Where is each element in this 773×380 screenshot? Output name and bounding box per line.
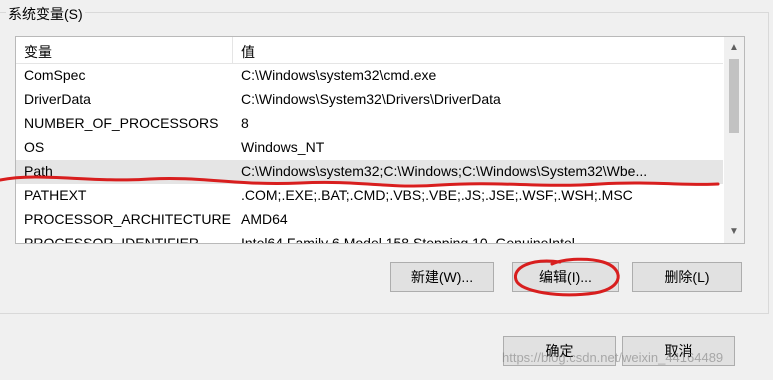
variable-name: PROCESSOR_IDENTIFIER — [24, 235, 200, 244]
variable-name: DriverData — [24, 91, 91, 107]
column-separator[interactable] — [232, 37, 233, 63]
table-row[interactable]: PATHEXT .COM;.EXE;.BAT;.CMD;.VBS;.VBE;.J… — [16, 184, 723, 208]
chevron-down-icon[interactable]: ▼ — [724, 223, 744, 241]
scrollbar-thumb[interactable] — [729, 59, 739, 133]
list-rows: ComSpec C:\Windows\system32\cmd.exe Driv… — [16, 64, 723, 244]
variable-value: C:\Windows\system32\cmd.exe — [241, 67, 437, 83]
table-row[interactable]: DriverData C:\Windows\System32\Drivers\D… — [16, 88, 723, 112]
variable-value: Windows_NT — [241, 139, 325, 155]
table-row-selected[interactable]: Path C:\Windows\system32;C:\Windows;C:\W… — [16, 160, 723, 184]
variable-name: Path — [24, 163, 53, 179]
system-variables-list[interactable]: 变量 值 ComSpec C:\Windows\system32\cmd.exe… — [15, 36, 745, 244]
variable-value: AMD64 — [241, 211, 288, 227]
table-row[interactable]: PROCESSOR_IDENTIFIER Intel64 Family 6 Mo… — [16, 232, 723, 244]
edit-button[interactable]: 编辑(I)... — [512, 262, 619, 292]
column-header-variable[interactable]: 变量 — [24, 42, 52, 62]
variable-value: 8 — [241, 115, 249, 131]
table-row[interactable]: ComSpec C:\Windows\system32\cmd.exe — [16, 64, 723, 88]
variable-name: PROCESSOR_ARCHITECTURE — [24, 211, 231, 227]
variable-value: Intel64 Family 6 Model 158 Stepping 10, … — [241, 235, 575, 244]
variable-name: ComSpec — [24, 67, 86, 83]
watermark-text: https://blog.csdn.net/weixin_44164489 — [502, 350, 724, 365]
column-header-value[interactable]: 值 — [241, 42, 255, 62]
variable-value: C:\Windows\system32;C:\Windows;C:\Window… — [241, 163, 648, 179]
table-row[interactable]: OS Windows_NT — [16, 136, 723, 160]
variable-value: C:\Windows\System32\Drivers\DriverData — [241, 91, 501, 107]
variable-name: NUMBER_OF_PROCESSORS — [24, 115, 219, 131]
delete-button[interactable]: 删除(L) — [632, 262, 742, 292]
variable-name: PATHEXT — [24, 187, 87, 203]
variable-name: OS — [24, 139, 45, 155]
table-row[interactable]: NUMBER_OF_PROCESSORS 8 — [16, 112, 723, 136]
table-row[interactable]: PROCESSOR_ARCHITECTURE AMD64 — [16, 208, 723, 232]
list-header: 变量 值 — [16, 37, 723, 64]
variable-value: .COM;.EXE;.BAT;.CMD;.VBS;.VBE;.JS;.JSE;.… — [241, 187, 633, 203]
new-button[interactable]: 新建(W)... — [390, 262, 494, 292]
vertical-scrollbar[interactable]: ▲ ▼ — [724, 37, 744, 243]
group-title: 系统变量(S) — [6, 4, 85, 24]
chevron-up-icon[interactable]: ▲ — [724, 39, 744, 57]
